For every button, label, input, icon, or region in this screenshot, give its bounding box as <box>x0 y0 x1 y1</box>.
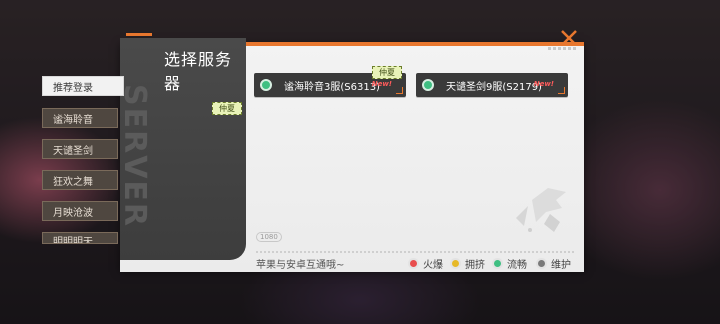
new-badge: New! <box>533 80 554 88</box>
sidebar-item-kuanghuan[interactable]: 狂欢之舞 <box>42 170 118 190</box>
status-smooth-icon <box>492 258 503 269</box>
summer-tag: 仲夏 <box>372 66 402 79</box>
status-dot-icon <box>260 79 272 91</box>
sidebar-item-yueying[interactable]: 月映沧波 <box>42 201 118 221</box>
sidebar-item-label: 狂欢之舞 <box>53 176 93 188</box>
card-corner <box>558 87 565 94</box>
sidebar-item-label: 谧海聆音 <box>53 114 93 126</box>
status-hot-icon <box>408 258 419 269</box>
sidebar-item-tianqian[interactable]: 天谴圣剑 <box>42 139 118 159</box>
sidebar-item-label: 明明明天 <box>53 237 93 244</box>
cross-platform-note: 苹果与安卓互通哦~ <box>256 260 345 271</box>
card-corner <box>396 87 403 94</box>
sidebar-item-mingming[interactable]: 明明明天 <box>42 232 118 244</box>
legend-maintenance: 维护 <box>536 256 571 271</box>
dragon-emblem-icon <box>516 188 566 232</box>
status-dot-icon <box>422 79 434 91</box>
sidebar-watermark: SERVER <box>120 84 152 229</box>
sidebar-item-label: 天谴圣剑 <box>53 145 93 157</box>
summer-tag: 仲夏 <box>212 102 242 115</box>
page-title: 选择服务器 <box>164 50 233 93</box>
server-region-sidebar: SERVER 选择服务器 <box>120 38 246 260</box>
resolution-label: 1080 <box>256 232 282 242</box>
sidebar-item-label: 月映沧波 <box>53 207 93 219</box>
legend-label: 火爆 <box>423 260 443 271</box>
new-badge: New! <box>371 80 392 88</box>
legend-label: 拥挤 <box>465 260 485 271</box>
legend-crowded: 拥挤 <box>450 256 485 271</box>
status-maintenance-icon <box>536 258 547 269</box>
server-card-tianqian[interactable]: 天谴圣剑9服(S2179) New! <box>416 73 568 97</box>
sidebar-item-mihai[interactable]: 谧海聆音 <box>42 108 118 128</box>
sidebar-accent-bar <box>126 33 152 36</box>
sidebar-item-recommended[interactable]: 推荐登录 <box>42 76 124 96</box>
legend-label: 维护 <box>551 260 571 271</box>
close-button[interactable] <box>558 27 580 49</box>
sidebar-item-label: 推荐登录 <box>53 82 93 94</box>
legend-hot: 火爆 <box>408 256 443 271</box>
status-crowded-icon <box>450 258 461 269</box>
footer-divider <box>256 251 574 253</box>
server-name: 谧海聆音3服(S6313) <box>284 81 380 93</box>
legend-smooth: 流畅 <box>492 256 527 271</box>
legend-label: 流畅 <box>507 260 527 271</box>
close-icon <box>561 30 577 46</box>
server-name: 天谴圣剑9服(S2179) <box>446 81 542 93</box>
